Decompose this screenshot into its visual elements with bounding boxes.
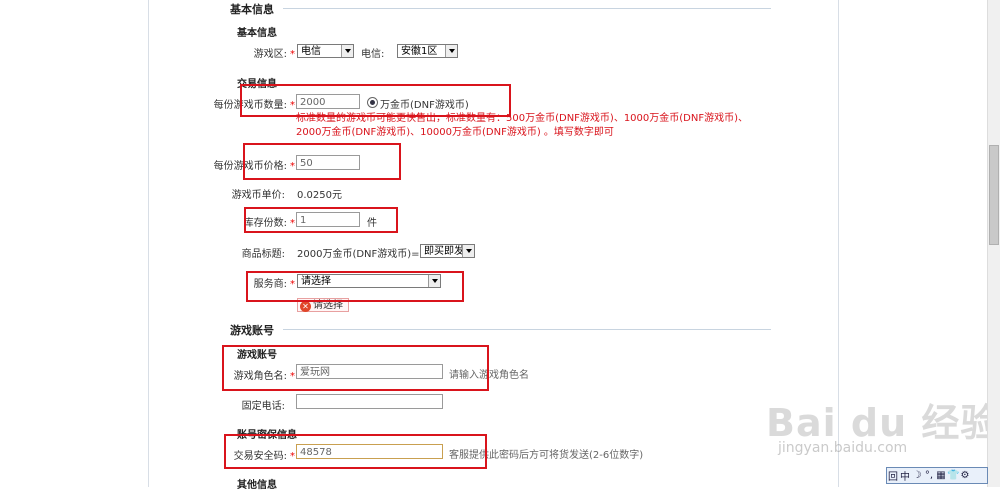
- error-icon: ✕: [300, 301, 311, 312]
- ime-keyboard-icon[interactable]: ▦: [935, 470, 947, 481]
- highlight-box-quantity: [240, 84, 511, 117]
- ime-punctuation-icon[interactable]: °,: [923, 470, 935, 481]
- ime-chinese-mode-icon[interactable]: 中: [899, 468, 911, 483]
- region-label: 游戏区: *: [253, 49, 295, 60]
- region-select[interactable]: 电信: [297, 44, 354, 58]
- baidu-watermark-url: jingyan.baidu.com: [778, 440, 908, 456]
- subhead-other: 其他信息: [237, 480, 277, 491]
- delivery-select[interactable]: 即买即发: [420, 244, 475, 258]
- highlight-box-provider: [246, 271, 464, 302]
- section-title-account: 游戏账号: [230, 324, 274, 337]
- chevron-down-icon: [445, 45, 457, 57]
- ime-settings-icon[interactable]: ⚙: [959, 470, 971, 481]
- highlight-box-price: [243, 143, 401, 180]
- product-title-label: 商品标题:: [241, 249, 285, 260]
- content-border-left: [148, 0, 149, 487]
- highlight-box-role: [222, 345, 489, 391]
- highlight-box-code: [224, 434, 487, 469]
- section-title-basic: 基本信息: [230, 3, 274, 16]
- subhead-basic: 基本信息: [237, 28, 277, 39]
- chevron-down-icon: [341, 45, 353, 57]
- section-divider: [283, 329, 771, 330]
- phone-label: 固定电话:: [241, 401, 285, 412]
- section-divider: [283, 8, 771, 9]
- ime-toolbar[interactable]: 回 中 ☽ °, ▦ 👕 ⚙: [886, 467, 988, 484]
- unit-price-label: 游戏币单价:: [231, 190, 285, 201]
- phone-input[interactable]: [296, 394, 443, 409]
- scrollbar-thumb[interactable]: [989, 145, 999, 245]
- unit-price-value: 0.0250元: [297, 190, 342, 201]
- highlight-box-stock: [244, 207, 398, 233]
- server-select[interactable]: 安徽1区: [397, 44, 458, 58]
- chevron-down-icon: [462, 245, 474, 257]
- ime-halfwidth-icon[interactable]: ☽: [911, 470, 923, 481]
- baidu-watermark-logo: Bai du 经验: [766, 401, 1000, 445]
- ime-logo-icon[interactable]: 回: [887, 468, 899, 483]
- vertical-scrollbar[interactable]: [987, 0, 1000, 487]
- server-label: 电信:: [361, 49, 385, 60]
- ime-skin-icon[interactable]: 👕: [947, 470, 959, 481]
